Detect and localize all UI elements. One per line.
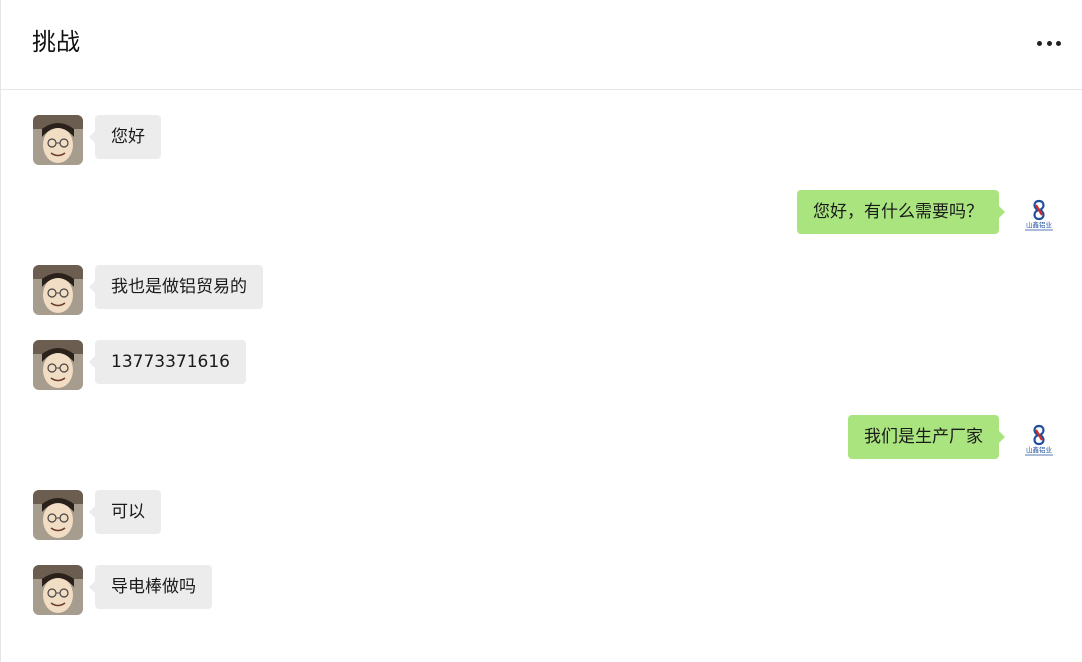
more-dot-icon <box>1037 40 1042 46</box>
message-bubble[interactable]: 我们是生产厂家 <box>848 415 1005 459</box>
chat-title: 挑战 <box>32 28 80 56</box>
brand-logo-avatar[interactable]: 山鑫铝业 <box>1020 196 1058 234</box>
more-dot-icon <box>1056 40 1061 46</box>
chat-window: 挑战 您好 山鑫铝业 您好，有什么需要吗？ 我也是做铝贸易的 137733716… <box>0 0 1082 662</box>
brand-logo-avatar[interactable]: 山鑫铝业 <box>1020 421 1058 459</box>
message-received: 您好 <box>33 115 161 165</box>
contact-avatar[interactable] <box>33 340 83 390</box>
chat-header: 挑战 <box>1 0 1082 90</box>
message-received: 我也是做铝贸易的 <box>33 265 263 315</box>
message-bubble[interactable]: 您好，有什么需要吗？ <box>797 190 1005 234</box>
message-bubble[interactable]: 13773371616 <box>89 340 246 384</box>
contact-avatar[interactable] <box>33 115 83 165</box>
message-sent: 山鑫铝业 您好，有什么需要吗？ <box>797 190 1058 234</box>
message-list[interactable]: 您好 山鑫铝业 您好，有什么需要吗？ 我也是做铝贸易的 13773371616 … <box>1 91 1082 662</box>
message-bubble[interactable]: 您好 <box>89 115 161 159</box>
contact-avatar[interactable] <box>33 565 83 615</box>
message-bubble[interactable]: 导电棒做吗 <box>89 565 212 609</box>
message-bubble[interactable]: 可以 <box>89 490 161 534</box>
contact-avatar[interactable] <box>33 490 83 540</box>
message-sent: 山鑫铝业 我们是生产厂家 <box>848 415 1058 459</box>
more-options-button[interactable] <box>1035 30 1063 56</box>
message-bubble[interactable]: 我也是做铝贸易的 <box>89 265 263 309</box>
contact-avatar[interactable] <box>33 265 83 315</box>
more-dot-icon <box>1046 40 1052 46</box>
brand-logo-text: 山鑫铝业 <box>1026 220 1053 229</box>
message-received: 可以 <box>33 490 161 540</box>
brand-logo-text: 山鑫铝业 <box>1026 445 1053 454</box>
message-received: 13773371616 <box>33 340 246 390</box>
message-received: 导电棒做吗 <box>33 565 212 615</box>
